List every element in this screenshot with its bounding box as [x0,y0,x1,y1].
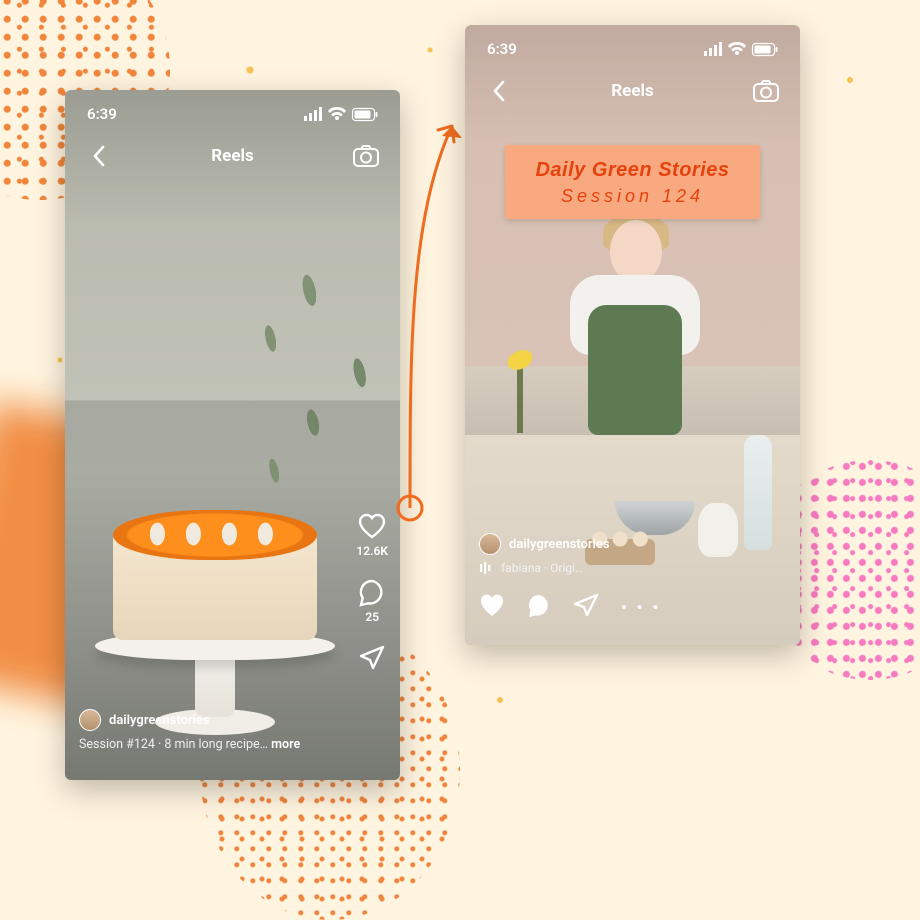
chevron-left-icon [492,80,506,102]
bottom-action-row: • • • [479,593,661,621]
camera-button[interactable] [752,77,780,105]
battery-icon [752,43,778,56]
audio-label[interactable]: fabiana · Origi… [501,561,583,575]
heart-filled-icon [479,593,505,617]
username[interactable]: dailygreenstories [109,713,210,728]
battery-icon [352,108,378,121]
comments-count: 25 [365,610,379,624]
heart-icon [357,512,387,540]
like-button[interactable] [479,593,505,621]
status-time: 6:39 [487,40,517,58]
caption-area: dailygreenstories Session #124 · 8 min l… [79,709,310,752]
audio-icon [479,561,493,575]
back-button[interactable] [85,142,113,170]
wifi-icon [728,42,746,56]
statusbar: 6:39 [465,39,800,59]
username[interactable]: dailygreenstories [509,537,610,552]
camera-button[interactable] [352,142,380,170]
signal-icon [304,107,322,121]
chevron-left-icon [92,145,106,167]
camera-icon [753,80,779,102]
phone-b-jug-illustration [698,503,738,557]
signal-icon [704,42,722,56]
avatar[interactable] [479,533,501,555]
navbar: Reels [65,138,400,174]
comment-button[interactable] [527,593,551,621]
phone-a-cake-illustration [95,495,335,735]
page-title: Reels [611,81,653,101]
share-icon [573,593,599,617]
phone-b-person-illustration [555,220,715,460]
likes-count: 12.6K [356,544,388,558]
page-title: Reels [211,146,253,166]
right-action-rail: 12.6K 25 [356,512,388,670]
back-button[interactable] [485,77,513,105]
share-icon [358,644,386,670]
banner-line-1: Daily Green Stories [521,159,744,182]
caption-more[interactable]: more [271,737,300,752]
camera-icon [353,145,379,167]
avatar[interactable] [79,709,101,731]
phone-b-flower-illustration [517,363,523,433]
status-time: 6:39 [87,105,117,123]
more-button[interactable]: • • • [621,598,661,617]
comment-icon [358,578,386,606]
caption-text: Session #124 · 8 min long recipe… [79,737,271,752]
wifi-icon [328,107,346,121]
navbar: Reels [465,73,800,109]
comment-filled-icon [527,593,551,617]
like-button[interactable]: 12.6K [356,512,388,558]
phone-mockup-right: 6:39 Reels Daily Green Stories Session 1… [465,25,800,645]
statusbar: 6:39 [65,104,400,124]
caption-area: dailygreenstories fabiana · Origi… [479,533,610,575]
share-button[interactable] [573,593,599,621]
banner-line-2: Session 124 [521,186,744,207]
share-button[interactable] [358,644,386,670]
phone-mockup-left: 6:39 Reels 12.6K 25 [65,90,400,780]
phone-b-bottle-illustration [744,435,772,550]
comment-button[interactable]: 25 [358,578,386,624]
title-banner: Daily Green Stories Session 124 [505,145,760,219]
